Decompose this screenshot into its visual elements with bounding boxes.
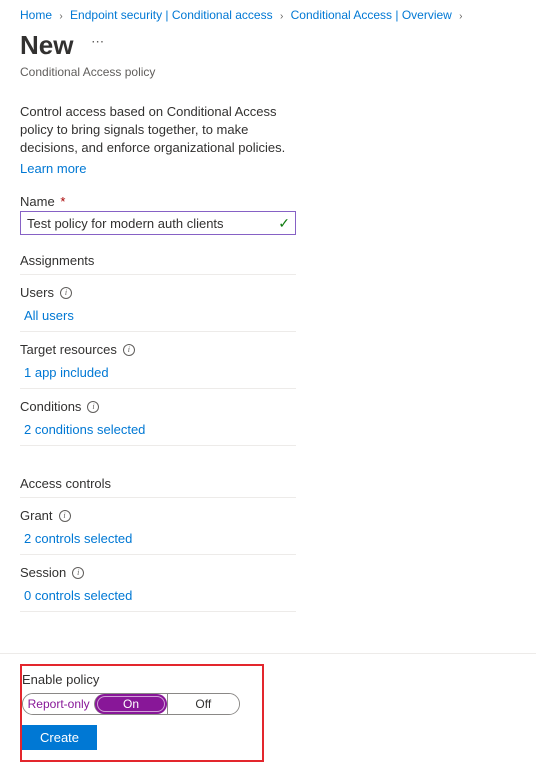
grant-label-row: Grant i	[20, 508, 296, 523]
name-label: Name *	[20, 194, 300, 209]
main-content: Control access based on Conditional Acce…	[0, 79, 320, 612]
breadcrumb: Home › Endpoint security | Conditional a…	[0, 0, 536, 22]
session-label: Session	[20, 565, 66, 580]
target-label: Target resources	[20, 342, 117, 357]
breadcrumb-link-conditional-access[interactable]: Conditional Access | Overview	[291, 8, 452, 22]
required-marker: *	[60, 194, 65, 209]
page-subtitle: Conditional Access policy	[0, 65, 536, 79]
conditions-value-link[interactable]: 2 conditions selected	[20, 422, 145, 437]
learn-more-link[interactable]: Learn more	[20, 161, 86, 176]
users-value-link[interactable]: All users	[20, 308, 74, 323]
more-actions-icon[interactable]: ⋯	[91, 34, 105, 50]
chevron-right-icon: ›	[459, 11, 462, 22]
assignment-users[interactable]: Users i All users	[20, 285, 296, 332]
grant-value-link[interactable]: 2 controls selected	[20, 531, 132, 546]
enable-policy-toggle[interactable]: Report-only On Off	[22, 693, 240, 715]
section-assignments: Assignments	[20, 253, 296, 275]
segment-report-only[interactable]: Report-only	[23, 694, 94, 714]
conditions-label: Conditions	[20, 399, 81, 414]
session-value-link[interactable]: 0 controls selected	[20, 588, 132, 603]
info-icon[interactable]: i	[123, 344, 135, 356]
intro-text: Control access based on Conditional Acce…	[20, 103, 300, 157]
info-icon[interactable]: i	[60, 287, 72, 299]
name-input[interactable]	[20, 211, 296, 235]
grant-label: Grant	[20, 508, 53, 523]
access-session[interactable]: Session i 0 controls selected	[20, 565, 296, 612]
users-label-row: Users i	[20, 285, 296, 300]
highlight-box: Enable policy Report-only On Off Create	[20, 664, 264, 762]
target-label-row: Target resources i	[20, 342, 296, 357]
segment-on[interactable]: On	[94, 694, 166, 714]
page-header: New ⋯	[0, 22, 536, 65]
name-input-wrap: ✓	[20, 211, 296, 235]
create-button[interactable]: Create	[22, 725, 97, 750]
chevron-right-icon: ›	[280, 11, 283, 22]
info-icon[interactable]: i	[72, 567, 84, 579]
assignment-target-resources[interactable]: Target resources i 1 app included	[20, 342, 296, 389]
conditions-label-row: Conditions i	[20, 399, 296, 414]
session-label-row: Session i	[20, 565, 296, 580]
chevron-right-icon: ›	[59, 11, 62, 22]
access-grant[interactable]: Grant i 2 controls selected	[20, 508, 296, 555]
info-icon[interactable]: i	[87, 401, 99, 413]
name-label-text: Name	[20, 194, 55, 209]
info-icon[interactable]: i	[59, 510, 71, 522]
target-value-link[interactable]: 1 app included	[20, 365, 109, 380]
breadcrumb-link-home[interactable]: Home	[20, 8, 52, 22]
footer: Enable policy Report-only On Off Create	[0, 653, 536, 762]
breadcrumb-link-endpoint-security[interactable]: Endpoint security | Conditional access	[70, 8, 273, 22]
segment-off[interactable]: Off	[167, 694, 239, 714]
users-label: Users	[20, 285, 54, 300]
assignment-conditions[interactable]: Conditions i 2 conditions selected	[20, 399, 296, 446]
section-access-controls: Access controls	[20, 476, 296, 498]
page-title: New	[20, 30, 73, 61]
enable-policy-label: Enable policy	[22, 672, 254, 687]
check-icon: ✓	[278, 215, 290, 232]
